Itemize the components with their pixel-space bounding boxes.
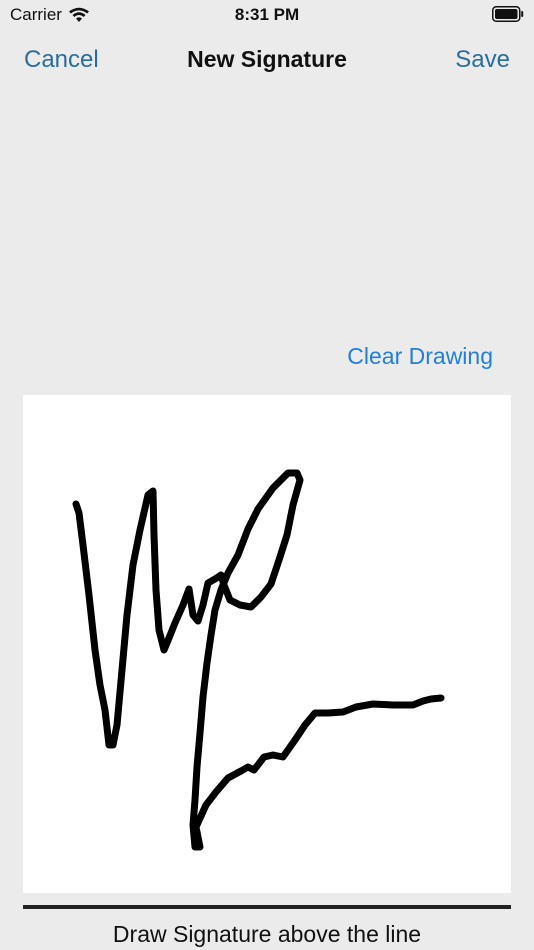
signature-canvas[interactable]	[23, 395, 511, 893]
battery-icon	[492, 6, 524, 22]
signature-drawing	[72, 469, 445, 851]
signature-caption: Draw Signature above the line	[112, 921, 422, 947]
navigation-bar: Cancel New Signature Save	[0, 38, 534, 84]
clear-drawing-button[interactable]: Clear Drawing	[347, 343, 493, 370]
status-bar: Carrier 8:31 PM	[0, 0, 534, 30]
page-title: New Signature	[187, 46, 347, 72]
save-button[interactable]: Save	[455, 46, 510, 74]
signature-baseline	[23, 905, 511, 909]
status-time: 8:31 PM	[234, 5, 300, 24]
